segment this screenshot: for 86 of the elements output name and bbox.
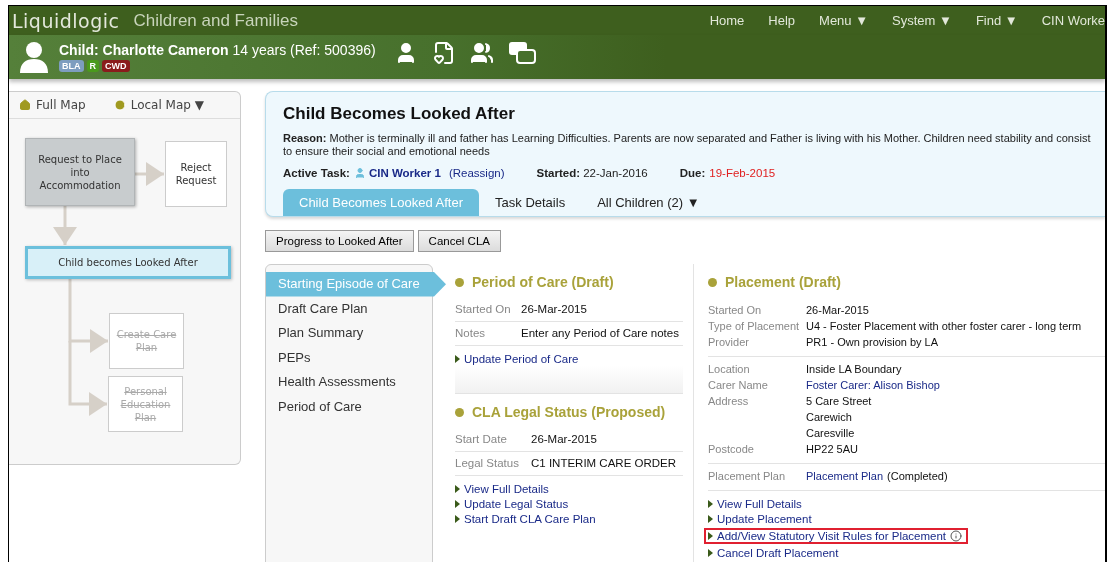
field-label: Placement Plan [708,469,787,484]
due-label: Due: [679,167,706,179]
action-link[interactable]: Update Legal Status [455,498,569,510]
reason-text: Reason: Mother is terminally ill and father has Learning Difficulties. Parents are now separated and Father is living with his Mother. Children need stability and consist [283,132,1092,145]
triangle-icon [708,549,713,557]
plan-link[interactable]: Placement Plan [806,468,884,484]
section-nav-item[interactable]: Draft Care Plan [266,296,432,322]
task-title: Child Becomes Looked After [283,104,516,124]
action-button[interactable]: Progress to Looked After [265,230,414,252]
person-icon [353,167,366,179]
local-map-link[interactable]: Local Map ▼ [113,98,204,112]
field-label: Started On [708,303,763,318]
nav-link[interactable]: Help [768,13,796,28]
started-date: Started: 22-Jan-2016 [536,167,648,179]
action-link[interactable]: Start Draft CLA Care Plan [455,513,596,525]
section-heading: Placement (Draft) [708,274,1105,290]
child-name: Child: Charlotte Cameron 14 years (Ref: 500396) [59,42,376,58]
triangle-icon [708,532,713,540]
carer-link[interactable]: Foster Carer: Alison Bishop [806,377,940,393]
process-node[interactable]: Reject Request [165,141,227,207]
field-label: Notes [455,327,487,339]
info-icon[interactable] [950,530,963,542]
field-label: Provider [708,335,750,350]
field-label: Type of Placement [708,319,801,334]
home-icon [19,99,31,111]
clock-icon [113,99,126,111]
nav-link[interactable]: Menu ▼ [819,13,869,28]
child-tag: CWD [102,60,130,72]
child-tag: R [86,60,99,72]
triangle-icon [455,355,460,363]
section-nav-item[interactable]: Period of Care [266,394,432,420]
field-value: U4 - Foster Placement with other foster carer - long term [806,319,1082,334]
section-nav-item[interactable]: Plan Summary [266,321,432,346]
section-heading: CLA Legal Status (Proposed) [455,404,683,420]
action-link[interactable]: View Full Details [708,498,802,510]
nav-link[interactable]: Find ▼ [975,13,1018,28]
windows-icon[interactable] [507,41,536,65]
field-value: Enter any Period of Care notes [521,327,679,339]
action-link[interactable]: View Full Details [455,483,549,495]
people-icon[interactable] [469,41,494,65]
child-tag: BLA [59,60,84,72]
action-link[interactable]: Add/View Statutory Visit Rules for Placement [704,528,969,544]
plan-status: (Completed) [887,469,948,484]
logo: Liquidlogic [12,9,120,32]
field-label: Address [708,394,750,409]
flow-connector [53,206,77,245]
field-value: PR1 - Own provision by LA [806,335,939,350]
task-tab[interactable]: Task Details [479,189,582,216]
active-task-label: Active Task: [283,167,350,179]
field-label: Start Date [455,433,508,445]
address-line: 5 Care Street [806,394,872,409]
field-value: 26-Mar-2015 [521,303,587,315]
field-label: Postcode [708,442,755,457]
field-value: 26-Mar-2015 [806,303,869,318]
field-value: HP22 5AU [806,442,858,457]
avatar-icon [19,41,49,73]
due-date: 19-Feb-2015 [709,167,776,179]
field-value: Inside LA Boundary [806,362,902,377]
field-value: 26-Mar-2015 [531,433,597,445]
address-line: Caresville [806,426,856,441]
field-label: Location [708,362,751,377]
document-heart-icon[interactable] [431,41,456,65]
worker-link[interactable]: CIN Worker 1 [353,167,441,179]
app-title: Children and Families [133,10,298,31]
action-button[interactable]: Cancel CLA [417,230,501,252]
nav-link[interactable]: System ▼ [892,13,952,28]
reassign-link[interactable]: (Reassign) [448,167,505,179]
task-tab[interactable]: All Children (2) ▼ [581,189,716,216]
address-line: Carewich [806,410,853,425]
field-label: Carer Name [708,378,769,393]
full-map-link[interactable]: Full Map [19,98,86,112]
nav-link[interactable]: CIN Worke [1041,13,1105,28]
section-nav-item[interactable]: Health Assessments [266,370,432,395]
nav-link[interactable]: Home [709,13,745,28]
action-link[interactable]: Update Placement [708,513,812,525]
process-node[interactable]: Child becomes Looked After [25,246,231,279]
process-node[interactable]: Request to Place into Accommodation [25,138,135,206]
section-nav-item[interactable]: PEPs [266,345,432,371]
field-value: C1 INTERIM CARE ORDER [531,457,677,469]
action-link[interactable]: Cancel Draft Placement [708,547,839,559]
field-label: Started On [455,303,512,315]
field-label: Legal Status [455,457,520,469]
action-link[interactable]: Update Period of Care [455,353,579,365]
flow-connector [135,162,164,186]
reason-text: to ensure their social and emotional needs [283,145,491,158]
section-heading: Period of Care (Draft) [455,274,683,290]
